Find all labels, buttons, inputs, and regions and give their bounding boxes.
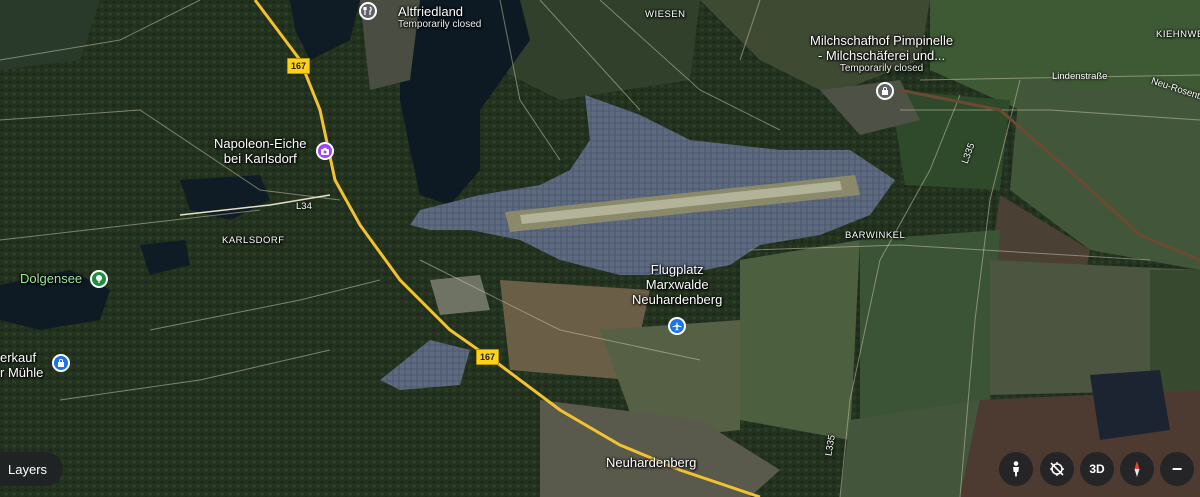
- place-napoleon-eiche[interactable]: Napoleon-Eiche bei Karlsdorf: [214, 136, 307, 166]
- camera-glyph: [321, 147, 329, 155]
- locality-karlsdorf: KARLSDORF: [222, 235, 285, 246]
- place-flugplatz-line3: Neuhardenberg: [632, 292, 723, 307]
- plane-glyph: [672, 321, 682, 331]
- tilt-toggle-button[interactable]: [1040, 452, 1074, 486]
- place-altfriedland-name: Altfriedland: [398, 4, 464, 19]
- compass-icon: [1134, 461, 1140, 477]
- place-milchschafhof[interactable]: Milchschafhof Pimpinelle - Milchschäfere…: [810, 33, 953, 75]
- locality-kiehnwerder: KIEHNWER: [1156, 29, 1200, 40]
- shopping-bag-icon[interactable]: [52, 354, 70, 372]
- bag-glyph: [882, 86, 888, 95]
- tilt-icon: [1050, 462, 1064, 476]
- street-view-pegman-button[interactable]: [999, 452, 1033, 486]
- place-milchschafhof-line2: - Milchschäferei und...: [817, 48, 946, 63]
- camera-icon[interactable]: [316, 142, 334, 160]
- place-hofverkauf-line1: erkauf: [0, 350, 37, 365]
- satellite-map[interactable]: [0, 0, 1200, 497]
- place-napoleon-line2: bei Karlsdorf: [223, 151, 297, 166]
- place-flugplatz-line1: Flugplatz: [650, 262, 704, 277]
- place-altfriedland[interactable]: Altfriedland Temporarily closed: [398, 4, 481, 31]
- road-label-l34: L34: [296, 201, 312, 212]
- place-milchschafhof-status: Temporarily closed: [839, 63, 924, 74]
- place-flugplatz[interactable]: Flugplatz Marxwalde Neuhardenberg: [632, 262, 722, 307]
- place-altfriedland-status: Temporarily closed: [398, 19, 482, 30]
- layers-button[interactable]: Layers: [0, 452, 64, 486]
- locality-wiesen: WIESEN: [645, 9, 686, 20]
- layers-button-label: Layers: [8, 461, 48, 477]
- place-hofverkauf-line2: r Mühle: [0, 365, 44, 380]
- place-napoleon-line1: Napoleon-Eiche: [214, 136, 307, 151]
- airplane-icon[interactable]: [668, 317, 686, 335]
- compass-button[interactable]: [1120, 452, 1154, 486]
- place-dolgensee[interactable]: Dolgensee: [20, 271, 82, 286]
- shopping-bag-icon[interactable]: [876, 82, 894, 100]
- place-dolgensee-name: Dolgensee: [20, 271, 83, 286]
- place-flugplatz-line2: Marxwalde: [645, 277, 709, 292]
- 3d-toggle-label: 3D: [1089, 462, 1105, 476]
- highway-shield-167-top: 167: [287, 58, 311, 74]
- bag-glyph: [58, 358, 64, 367]
- place-neuhardenberg[interactable]: Neuhardenberg: [606, 455, 696, 470]
- park-icon[interactable]: [90, 270, 108, 288]
- place-hofverkauf[interactable]: erkauf r Mühle: [0, 350, 43, 380]
- locality-barwinkel: BARWINKEL: [845, 230, 906, 241]
- 3d-toggle-button[interactable]: 3D: [1080, 452, 1114, 486]
- place-milchschafhof-line1: Milchschafhof Pimpinelle: [810, 33, 954, 48]
- place-neuhardenberg-name: Neuhardenberg: [606, 455, 697, 470]
- pegman-icon: [1013, 461, 1019, 477]
- highway-shield-167-bottom: 167: [476, 349, 500, 365]
- tree-glyph: [96, 275, 102, 283]
- zoom-out-button[interactable]: −: [1160, 452, 1194, 486]
- road-label-lindenstrasse: Lindenstraße: [1052, 71, 1108, 82]
- fork-knife-glyph: [363, 6, 372, 15]
- zoom-out-label: −: [1171, 458, 1183, 479]
- restaurant-icon[interactable]: [359, 2, 377, 20]
